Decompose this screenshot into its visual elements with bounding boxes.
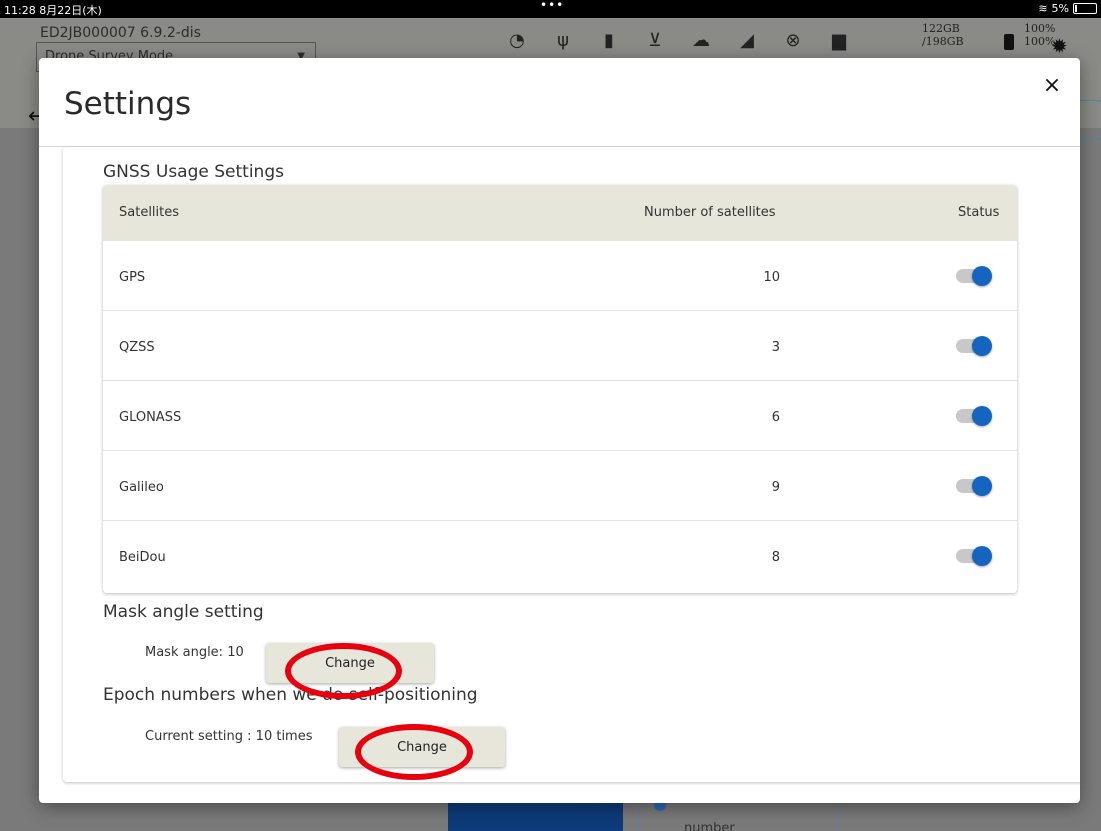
column-number: Number of satellites	[644, 205, 776, 220]
satellite-name: GLONASS	[119, 410, 182, 425]
table-row: QZSS 3	[103, 311, 1017, 381]
device-status-icons: ◔ ψ ▮ ⊻ ☁ ◢ ⊗ ▆	[505, 30, 851, 51]
satellite-name: QZSS	[119, 340, 155, 355]
qzss-toggle[interactable]	[956, 336, 992, 356]
satellite-count: 10	[763, 270, 780, 285]
status-right: ≋ 5%	[1038, 2, 1097, 15]
download-icon: ⊻	[648, 30, 662, 51]
mask-section-title: Mask angle setting	[103, 602, 264, 622]
satellite-count: 6	[771, 410, 780, 425]
gnss-section-title: GNSS Usage Settings	[103, 162, 284, 182]
settings-modal: Settings × GNSS Usage Settings Satellite…	[39, 58, 1080, 803]
battery-icon	[1073, 3, 1097, 14]
storage-readout: 122GB/198GB	[922, 22, 964, 48]
sd-card-icon: ▮	[604, 30, 614, 51]
gnss-table: Satellites Number of satellites Status G…	[103, 185, 1017, 593]
table-row: GPS 10	[103, 241, 1017, 311]
gps-toggle[interactable]	[956, 266, 992, 286]
epoch-setting-value: Current setting : 10 times	[145, 729, 313, 744]
number-label: number	[684, 821, 735, 831]
wifi-icon: ≋	[1038, 2, 1048, 15]
satellite-name: GPS	[119, 270, 146, 285]
toggle-knob	[972, 336, 992, 356]
change-mask-angle-button[interactable]: Change	[266, 643, 434, 683]
epoch-section-title: Epoch numbers when we do self-positionin…	[103, 685, 478, 705]
toggle-knob	[972, 546, 992, 566]
page-title: Settings	[64, 86, 192, 122]
mask-angle-value: Mask angle: 10	[145, 645, 244, 660]
device-info: ED2JB000007 6.9.2-dis	[40, 25, 201, 41]
satellite-count: 8	[771, 550, 780, 565]
table-row: BeiDou 8	[103, 521, 1017, 591]
glonass-toggle[interactable]	[956, 406, 992, 426]
satellite-count: 9	[771, 480, 780, 495]
beidou-toggle[interactable]	[956, 546, 992, 566]
gear-icon[interactable]: ✹	[1051, 34, 1068, 58]
multitask-dots[interactable]: •••	[540, 0, 564, 12]
galileo-toggle[interactable]	[956, 476, 992, 496]
close-icon[interactable]: ×	[1040, 74, 1064, 98]
usb-icon: ψ	[557, 30, 569, 51]
satellite-count: 3	[771, 340, 780, 355]
satellite-name: BeiDou	[119, 550, 166, 565]
satellite-name: Galileo	[119, 480, 164, 495]
satellite-icon: ⊗	[785, 30, 801, 51]
toggle-knob	[972, 406, 992, 426]
status-bar: 11:28 8月22日(木) ••• ≋ 5%	[0, 0, 1101, 18]
battery-percent: 5%	[1051, 2, 1069, 15]
signal-icon: ◢	[740, 30, 754, 51]
status-time: 11:28 8月22日(木)	[4, 4, 102, 17]
table-row: Galileo 9	[103, 451, 1017, 521]
settings-card: GNSS Usage Settings Satellites Number of…	[63, 147, 1080, 782]
column-satellites: Satellites	[119, 205, 180, 220]
cloud-icon: ☁	[692, 30, 710, 51]
table-row: GLONASS 6	[103, 381, 1017, 451]
table-header: Satellites Number of satellites Status	[103, 185, 1017, 241]
folder-icon: ▆	[832, 30, 846, 51]
toggle-knob	[972, 266, 992, 286]
battery-charge-icon	[1004, 34, 1014, 50]
sync-icon: ◔	[509, 30, 525, 51]
change-epoch-button[interactable]: Change	[339, 727, 505, 767]
column-status: Status	[958, 205, 1000, 220]
toggle-knob	[972, 476, 992, 496]
